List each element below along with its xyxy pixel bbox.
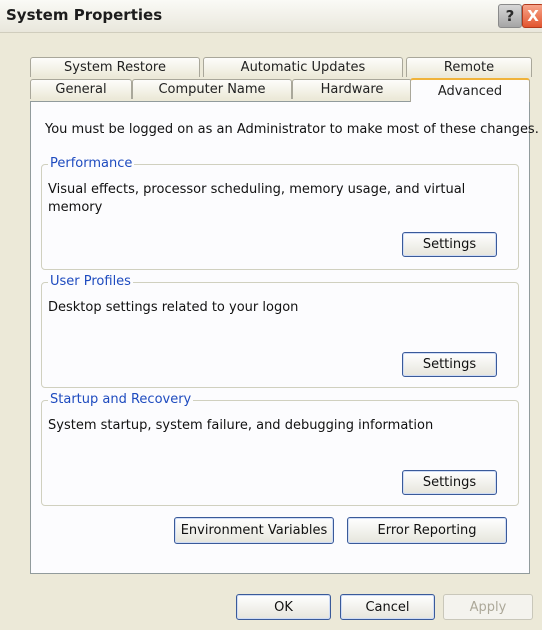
title-bar[interactable]: System Properties ? X [0,0,542,33]
advanced-tab-panel: You must be logged on as an Administrato… [30,101,539,574]
admin-notice: You must be logged on as an Administrato… [45,122,539,137]
tab-remote[interactable]: Remote [406,57,532,77]
startup-recovery-group: Startup and Recovery System startup, sys… [41,392,519,506]
tab-general[interactable]: General [30,79,132,99]
ok-button[interactable]: OK [236,594,331,620]
tab-system-restore[interactable]: System Restore [30,57,200,77]
startup-recovery-settings-button[interactable]: Settings [402,470,497,495]
tab-computer-name[interactable]: Computer Name [132,79,292,99]
user-profiles-group-title: User Profiles [48,274,133,289]
error-reporting-button[interactable]: Error Reporting [347,517,507,544]
user-profiles-settings-button[interactable]: Settings [402,352,497,377]
startup-recovery-group-title: Startup and Recovery [48,392,194,407]
performance-description: Visual effects, processor scheduling, me… [48,182,466,215]
tab-advanced[interactable]: Advanced [410,78,530,102]
apply-button: Apply [443,594,533,620]
window-title: System Properties [6,6,163,24]
performance-settings-button[interactable]: Settings [402,232,497,257]
help-button[interactable]: ? [498,4,522,28]
cancel-button[interactable]: Cancel [340,594,435,620]
performance-group-title: Performance [48,156,135,171]
tab-automatic-updates[interactable]: Automatic Updates [203,57,403,77]
performance-group: Performance Visual effects, processor sc… [41,156,519,270]
close-button[interactable]: X [522,4,542,28]
startup-recovery-description: System startup, system failure, and debu… [48,418,434,433]
system-properties-window: System Properties ? X System Restore Aut… [0,0,542,630]
user-profiles-description: Desktop settings related to your logon [48,300,299,315]
environment-variables-button[interactable]: Environment Variables [174,517,334,544]
user-profiles-group: User Profiles Desktop settings related t… [41,274,519,388]
tab-hardware[interactable]: Hardware [292,79,412,99]
